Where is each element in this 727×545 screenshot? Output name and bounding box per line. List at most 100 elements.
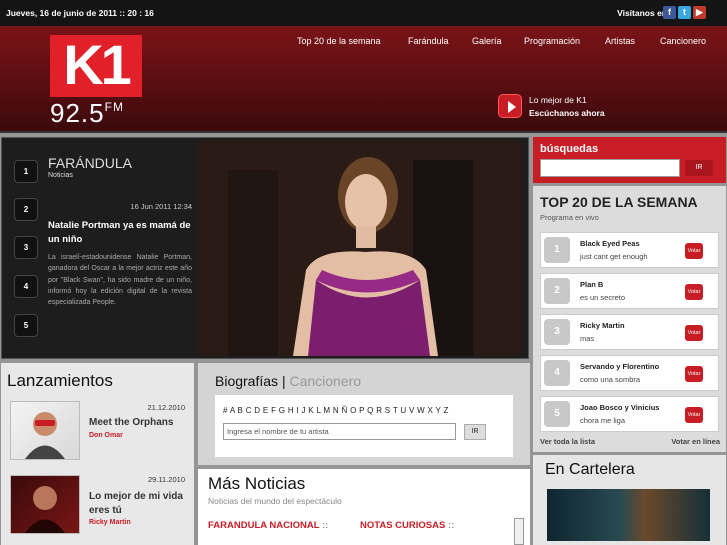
release-artist[interactable]: Ricky Martin <box>89 519 131 526</box>
artist-search-input[interactable]: Ingresa el nombre de tu artista <box>223 423 456 440</box>
artist-name: Black Eyed Peas <box>580 239 640 248</box>
release-title[interactable]: Lo mejor de mi vida eres tú <box>89 490 185 518</box>
portrait-image <box>198 140 521 356</box>
song-name: es un secreto <box>580 293 626 302</box>
k1-logo[interactable]: K1 <box>50 35 142 97</box>
twitter-icon[interactable]: t <box>678 6 691 19</box>
song-name: como una sombra <box>580 375 641 384</box>
feature-slider: 1 2 3 4 5 FARÁNDULA Noticias 16 Jun 2011… <box>1 137 529 359</box>
rank-number: 2 <box>544 278 570 304</box>
visit-label: Visítanos en <box>617 8 667 18</box>
vote-button[interactable]: Votar <box>685 243 703 259</box>
top20-row[interactable]: 2 Plan B es un secreto Votar <box>540 273 719 309</box>
search-box: búsquedas IR <box>533 137 726 183</box>
page: Jueves, 16 de junio de 2011 :: 20 : 16 V… <box>0 0 727 545</box>
releases-title: Lanzamientos <box>7 371 113 390</box>
rank-number: 4 <box>544 360 570 386</box>
tab-cancionero[interactable]: Cancionero <box>289 373 361 389</box>
nav-farandula[interactable]: Farándula <box>408 36 449 46</box>
nav-artistas[interactable]: Artistas <box>605 36 635 46</box>
artist-name: Plan B <box>580 280 604 289</box>
news-subtitle: Noticias del mundo del espectáculo <box>208 496 342 506</box>
slide-button-3[interactable]: 3 <box>14 236 38 259</box>
feature-date: 16 Jun 2011 12:34 <box>130 202 192 211</box>
nav-top20[interactable]: Top 20 de la semana <box>297 36 381 46</box>
search-button[interactable]: IR <box>685 160 713 176</box>
feature-body: La israelí-estadounidense Natalie Portma… <box>48 254 192 307</box>
logo-text: K1 <box>63 33 132 96</box>
vote-button[interactable]: Votar <box>685 325 703 341</box>
album-art-1 <box>25 412 65 459</box>
slide-button-4[interactable]: 4 <box>14 275 38 298</box>
nav-programacion[interactable]: Programación <box>524 36 580 46</box>
song-name: just cant get enough <box>580 252 648 261</box>
top20-row[interactable]: 3 Ricky Martin mas Votar <box>540 314 719 350</box>
youtube-icon[interactable]: ▶ <box>693 6 706 19</box>
nav-galeria[interactable]: Galería <box>472 36 502 46</box>
listen-now-link[interactable]: Escúchanos ahora <box>529 108 605 118</box>
news-title: Más Noticias <box>208 474 306 493</box>
song-name: chora me liga <box>580 416 626 425</box>
top20-row[interactable]: 1 Black Eyed Peas just cant get enough V… <box>540 232 719 268</box>
vote-button[interactable]: Votar <box>685 284 703 300</box>
feature-subsection: Noticias <box>48 172 73 179</box>
top20-subtitle: Programa en vivo <box>540 213 599 222</box>
rank-number: 5 <box>544 401 570 427</box>
tab-biografias[interactable]: Biografías <box>215 373 278 389</box>
bio-tabs: Biografías | Cancionero <box>215 373 361 389</box>
facebook-icon[interactable]: f <box>663 6 676 19</box>
cartelera-title: En Cartelera <box>545 461 635 478</box>
top20-panel: TOP 20 DE LA SEMANA Programa en vivo 1 B… <box>533 186 726 452</box>
movie-poster[interactable] <box>547 489 710 541</box>
artist-search-button[interactable]: IR <box>464 424 486 440</box>
bio-search-panel: # A B C D E F G H I J K L M N Ñ O P Q R … <box>215 395 513 457</box>
slide-button-2[interactable]: 2 <box>14 198 38 221</box>
release-date: 21.12.2010 <box>147 403 185 412</box>
category-separator: :: <box>322 520 329 531</box>
news-scrollbar[interactable] <box>514 518 524 545</box>
search-input[interactable] <box>540 159 680 177</box>
biographies-panel: Biografías | Cancionero # A B C D E F G … <box>198 363 530 465</box>
feature-headline[interactable]: Natalie Portman ya es mamá de un niño <box>48 219 193 247</box>
album-cover[interactable] <box>10 475 80 534</box>
category-farandula-nacional[interactable]: FARANDULA NACIONAL :: <box>208 520 328 531</box>
release-artist[interactable]: Don Omar <box>89 432 123 439</box>
album-cover[interactable] <box>10 401 80 460</box>
artist-name: Ricky Martin <box>580 321 625 330</box>
releases-panel: Lanzamientos 21.12.2010 Meet the Orphans… <box>1 363 194 545</box>
feature-section: FARÁNDULA <box>48 155 133 171</box>
frequency-number: 92.5 <box>50 98 105 128</box>
category-separator: :: <box>447 520 455 531</box>
release-date: 29.11.2010 <box>148 475 185 484</box>
slide-button-1[interactable]: 1 <box>14 160 38 183</box>
alphabet-index[interactable]: # A B C D E F G H I J K L M N Ñ O P Q R … <box>223 406 449 415</box>
frequency: 92.5FM <box>50 98 124 129</box>
release-title[interactable]: Meet the Orphans <box>89 416 185 430</box>
current-date: Jueves, 16 de junio de 2011 :: 20 : 16 <box>6 8 154 18</box>
artist-name: Servando y Florentino <box>580 362 660 371</box>
rank-number: 1 <box>544 237 570 263</box>
top20-row[interactable]: 5 Joao Bosco y Vinicius chora me liga Vo… <box>540 396 719 432</box>
artist-name: Joao Bosco y Vinicius <box>580 403 660 412</box>
tab-separator: | <box>281 373 286 389</box>
vote-online-link[interactable]: Votar en línea <box>671 437 720 446</box>
slide-button-5[interactable]: 5 <box>14 314 38 337</box>
cartelera-panel: En Cartelera <box>533 455 726 545</box>
song-name: mas <box>580 334 595 343</box>
search-label: búsquedas <box>540 143 599 155</box>
nav-cancionero[interactable]: Cancionero <box>660 36 706 46</box>
feature-photo[interactable] <box>198 140 521 356</box>
category-label: FARANDULA NACIONAL <box>208 520 320 531</box>
see-all-link[interactable]: Ver toda la lista <box>540 437 595 446</box>
play-button[interactable] <box>498 94 522 118</box>
vote-button[interactable]: Votar <box>685 366 703 382</box>
top20-title: TOP 20 DE LA SEMANA <box>540 194 698 210</box>
vote-button[interactable]: Votar <box>685 407 703 423</box>
top-bar: Jueves, 16 de junio de 2011 :: 20 : 16 V… <box>0 0 727 26</box>
rank-number: 3 <box>544 319 570 345</box>
listen-tagline: Lo mejor de K1 <box>529 95 587 105</box>
header: K1 92.5FM Top 20 de la semana Farándula … <box>0 26 727 133</box>
news-panel: Más Noticias Noticias del mundo del espe… <box>198 469 530 545</box>
category-notas-curiosas[interactable]: NOTAS CURIOSAS :: <box>360 520 454 531</box>
top20-row[interactable]: 4 Servando y Florentino como una sombra … <box>540 355 719 391</box>
